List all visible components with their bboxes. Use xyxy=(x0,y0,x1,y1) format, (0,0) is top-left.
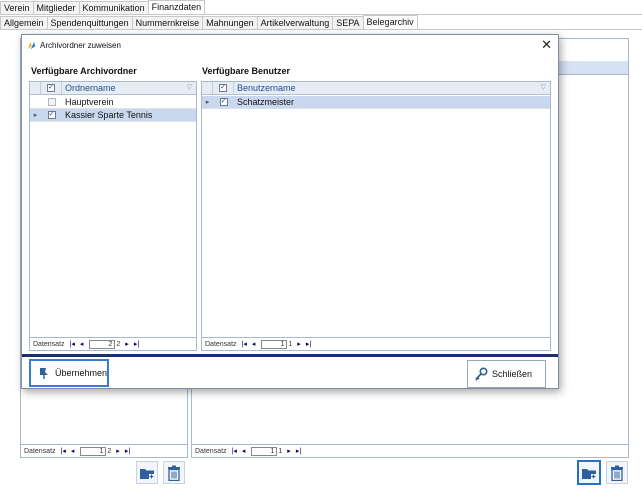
first-record-icon[interactable]: |◂ xyxy=(242,340,247,348)
main-tabs: Verein Mitglieder Kommunikation Finanzda… xyxy=(0,0,206,15)
prev-record-icon[interactable]: ◂ xyxy=(71,447,75,455)
folder-add-icon xyxy=(140,468,154,479)
next-record-icon[interactable]: ▸ xyxy=(287,447,291,455)
folder-grid-header: ✓ Ordnername ▽ xyxy=(30,82,196,95)
row-pointer-icon: ▸ xyxy=(33,112,38,119)
tab-belegarchiv[interactable]: Belegarchiv xyxy=(362,15,418,30)
select-all-folders-checkbox[interactable]: ✓ xyxy=(41,82,62,94)
dialog-separator xyxy=(22,354,558,357)
apply-label: Übernehmen xyxy=(54,368,107,378)
table-row[interactable]: ▸ ✓ Kassier Sparte Tennis xyxy=(30,109,196,122)
row-checkbox[interactable]: ✓ xyxy=(213,96,234,108)
apply-button[interactable]: Übernehmen xyxy=(29,359,109,387)
checkbox-checked-icon: ✓ xyxy=(219,98,228,106)
column-header-ordnername[interactable]: Ordnername xyxy=(65,83,116,93)
tab-mitglieder[interactable]: Mitglieder xyxy=(32,1,80,15)
record-total: 2 xyxy=(116,340,121,348)
last-record-icon[interactable]: ▸| xyxy=(134,340,139,348)
user-grid-header: ✓ Benutzername ▽ xyxy=(202,82,550,95)
remove-assignment-button[interactable] xyxy=(606,461,628,484)
record-total: 1 xyxy=(288,340,293,348)
first-record-icon[interactable]: |◂ xyxy=(70,340,75,348)
tab-allgemein[interactable]: Allgemein xyxy=(0,16,48,30)
navigator-label: Datensatz xyxy=(24,447,56,455)
sort-icon: ▽ xyxy=(186,84,192,91)
tab-mahnungen[interactable]: Mahnungen xyxy=(202,16,258,30)
prev-record-icon[interactable]: ◂ xyxy=(252,340,256,348)
row-checkbox[interactable] xyxy=(41,96,62,108)
close-button[interactable]: Schließen xyxy=(467,360,546,388)
checkbox-unchecked-icon xyxy=(47,98,56,106)
navigator-label: Datensatz xyxy=(205,340,237,348)
record-total: 1 xyxy=(278,447,283,455)
users-heading: Verfügbare Benutzer xyxy=(202,66,291,76)
folders-heading: Verfügbare Archivordner xyxy=(31,66,137,76)
delete-folder-button[interactable] xyxy=(163,461,185,484)
folder-grid: ✓ Ordnername ▽ Hauptverein ▸ ✓ Kassier S… xyxy=(29,81,197,351)
folder-name: Kassier Sparte Tennis xyxy=(65,110,153,120)
navigator-label: Datensatz xyxy=(195,447,227,455)
last-record-icon[interactable]: ▸| xyxy=(125,447,130,455)
tab-verein[interactable]: Verein xyxy=(0,1,34,15)
tab-nummernkreise[interactable]: Nummernkreise xyxy=(131,16,204,30)
dialog-titlebar: Archivordner zuweisen xyxy=(22,35,558,55)
last-record-icon[interactable]: ▸| xyxy=(296,447,301,455)
close-icon[interactable]: ✕ xyxy=(541,38,552,51)
key-icon xyxy=(475,367,488,381)
tab-artikelverwaltung[interactable]: Artikelverwaltung xyxy=(256,16,334,30)
trash-icon xyxy=(168,465,180,481)
sub-tabs: Allgemein Spendenquittungen Nummernkreis… xyxy=(0,15,418,30)
column-header-benutzername[interactable]: Benutzername xyxy=(237,83,296,93)
checkbox-checked-icon: ✓ xyxy=(47,111,56,119)
folder-add-icon xyxy=(582,468,596,479)
tab-sepa[interactable]: SEPA xyxy=(332,16,364,30)
first-record-icon[interactable]: |◂ xyxy=(232,447,237,455)
record-number-field[interactable]: 2 xyxy=(89,339,116,349)
user-name: Schatzmeister xyxy=(237,97,295,107)
app-icon xyxy=(27,41,36,49)
close-label: Schließen xyxy=(492,369,533,379)
checkbox-checked-icon: ✓ xyxy=(219,84,227,92)
dialog-title: Archivordner zuweisen xyxy=(40,40,121,50)
sort-icon: ▽ xyxy=(540,84,546,91)
subtab-divider xyxy=(0,29,642,30)
user-grid: ✓ Benutzername ▽ ▸ ✓ Schatzmeister Daten… xyxy=(201,81,551,351)
checkbox-checked-icon: ✓ xyxy=(47,84,55,92)
prev-record-icon[interactable]: ◂ xyxy=(242,447,246,455)
tab-spendenquittungen[interactable]: Spendenquittungen xyxy=(46,16,133,30)
row-pointer-icon: ▸ xyxy=(205,99,210,106)
archive-folder-dialog: Archivordner zuweisen ✕ Verfügbare Archi… xyxy=(21,34,559,389)
next-record-icon[interactable]: ▸ xyxy=(297,340,301,348)
navigator-label: Datensatz xyxy=(33,340,65,348)
record-number-field[interactable]: 1 xyxy=(251,446,278,456)
select-all-users-checkbox[interactable]: ✓ xyxy=(213,82,234,94)
record-total: 2 xyxy=(107,447,112,455)
record-number-field[interactable]: 1 xyxy=(261,339,288,349)
folder-navigator: Datensatz |◂ ◂ 2 2 ▸ ▸| xyxy=(30,337,196,350)
next-record-icon[interactable]: ▸ xyxy=(116,447,120,455)
add-folder-button[interactable] xyxy=(136,461,158,484)
background-folder-navigator: Datensatz |◂ ◂ 1 2 ▸ ▸| xyxy=(21,444,187,457)
last-record-icon[interactable]: ▸| xyxy=(306,340,311,348)
row-checkbox[interactable]: ✓ xyxy=(41,109,62,121)
prev-record-icon[interactable]: ◂ xyxy=(80,340,84,348)
user-navigator: Datensatz |◂ ◂ 1 1 ▸ ▸| xyxy=(202,337,550,350)
folder-name: Hauptverein xyxy=(65,97,114,107)
next-record-icon[interactable]: ▸ xyxy=(125,340,129,348)
record-number-field[interactable]: 1 xyxy=(80,446,107,456)
background-user-navigator: Datensatz |◂ ◂ 1 1 ▸ ▸| xyxy=(192,444,628,457)
table-row[interactable]: ▸ ✓ Schatzmeister xyxy=(202,96,550,109)
tab-finanzdaten[interactable]: Finanzdaten xyxy=(147,0,206,15)
pin-icon xyxy=(39,368,48,379)
table-row[interactable]: Hauptverein xyxy=(30,96,196,109)
assign-folder-button[interactable] xyxy=(577,460,601,485)
tab-kommunikation[interactable]: Kommunikation xyxy=(78,1,149,15)
first-record-icon[interactable]: |◂ xyxy=(61,447,66,455)
trash-icon xyxy=(611,465,623,481)
